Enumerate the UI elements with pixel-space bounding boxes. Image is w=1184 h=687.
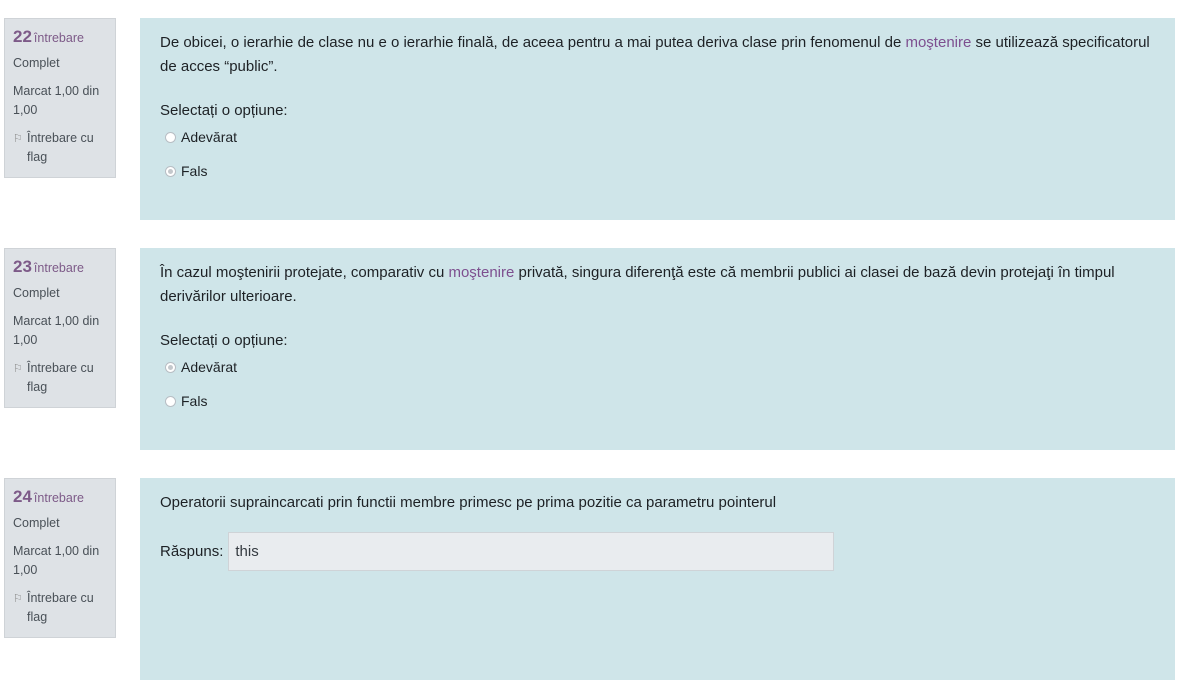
flag-label: Întrebare cu flag xyxy=(27,591,94,624)
option-adevarat[interactable]: Adevărat xyxy=(165,357,1155,377)
question-grade: Marcat 1,00 din 1,00 xyxy=(13,314,100,347)
option-label: Fals xyxy=(181,163,208,179)
question-info-22: 22 întrebare Complet Marcat 1,00 din 1,00… xyxy=(4,18,116,178)
question-number: 24 xyxy=(13,487,32,506)
question-24: 24 întrebare Complet Marcat 1,00 din 1,00… xyxy=(0,478,1184,680)
answer-label: Răspuns: xyxy=(160,543,224,560)
question-info-24: 24 întrebare Complet Marcat 1,00 din 1,00… xyxy=(4,478,116,638)
question-word: întrebare xyxy=(33,491,84,505)
question-content-22: De obicei, o ierarhie de clase nu e o ie… xyxy=(140,18,1175,220)
question-text: În cazul moştenirii protejate, comparati… xyxy=(160,264,1115,305)
question-word: întrebare xyxy=(33,261,84,275)
question-info-23: 23 întrebare Complet Marcat 1,00 din 1,00… xyxy=(4,248,116,408)
answer-row: Răspuns: this xyxy=(160,532,1155,571)
option-label: Adevărat xyxy=(181,129,238,145)
radio-button[interactable] xyxy=(165,395,176,407)
flag-question-link[interactable]: ⚐ Întrebare cu flag xyxy=(13,589,107,627)
question-content-24: Operatorii supraincarcati prin functii m… xyxy=(140,478,1175,680)
question-text: Operatorii supraincarcati prin functii m… xyxy=(160,494,777,511)
flag-icon: ⚐ xyxy=(13,593,23,605)
flag-question-link[interactable]: ⚐ Întrebare cu flag xyxy=(13,129,107,167)
question-word: întrebare xyxy=(33,31,84,45)
option-fals[interactable]: Fals xyxy=(165,391,1155,411)
radio-button-selected[interactable] xyxy=(165,361,176,373)
question-22: 22 întrebare Complet Marcat 1,00 din 1,00… xyxy=(0,18,1184,220)
glossary-link-mostenire[interactable]: moştenire xyxy=(448,264,514,281)
option-adevarat[interactable]: Adevărat xyxy=(165,127,1155,147)
flag-icon: ⚐ xyxy=(13,363,23,375)
question-23: 23 întrebare Complet Marcat 1,00 din 1,00… xyxy=(0,248,1184,450)
radio-button-selected[interactable] xyxy=(165,165,176,177)
option-label: Fals xyxy=(181,393,208,409)
question-content-23: În cazul moştenirii protejate, comparati… xyxy=(140,248,1175,450)
flag-label: Întrebare cu flag xyxy=(27,131,94,164)
question-state: Complet xyxy=(13,56,60,70)
answer-prompt: Selectați o opțiune: xyxy=(160,102,288,119)
question-state: Complet xyxy=(13,516,60,530)
glossary-link-mostenire[interactable]: moştenire xyxy=(905,34,971,51)
radio-button[interactable] xyxy=(165,131,176,143)
question-grade: Marcat 1,00 din 1,00 xyxy=(13,84,100,117)
option-fals[interactable]: Fals xyxy=(165,161,1155,181)
question-number: 22 xyxy=(13,27,32,46)
question-grade: Marcat 1,00 din 1,00 xyxy=(13,544,100,577)
answer-input[interactable]: this xyxy=(228,532,835,571)
question-text: De obicei, o ierarhie de clase nu e o ie… xyxy=(160,34,1150,75)
question-number: 23 xyxy=(13,257,32,276)
flag-label: Întrebare cu flag xyxy=(27,361,94,394)
flag-question-link[interactable]: ⚐ Întrebare cu flag xyxy=(13,359,107,397)
answer-value: this xyxy=(235,543,259,560)
option-label: Adevărat xyxy=(181,359,238,375)
question-state: Complet xyxy=(13,286,60,300)
flag-icon: ⚐ xyxy=(13,133,23,145)
answer-prompt: Selectați o opțiune: xyxy=(160,332,288,349)
